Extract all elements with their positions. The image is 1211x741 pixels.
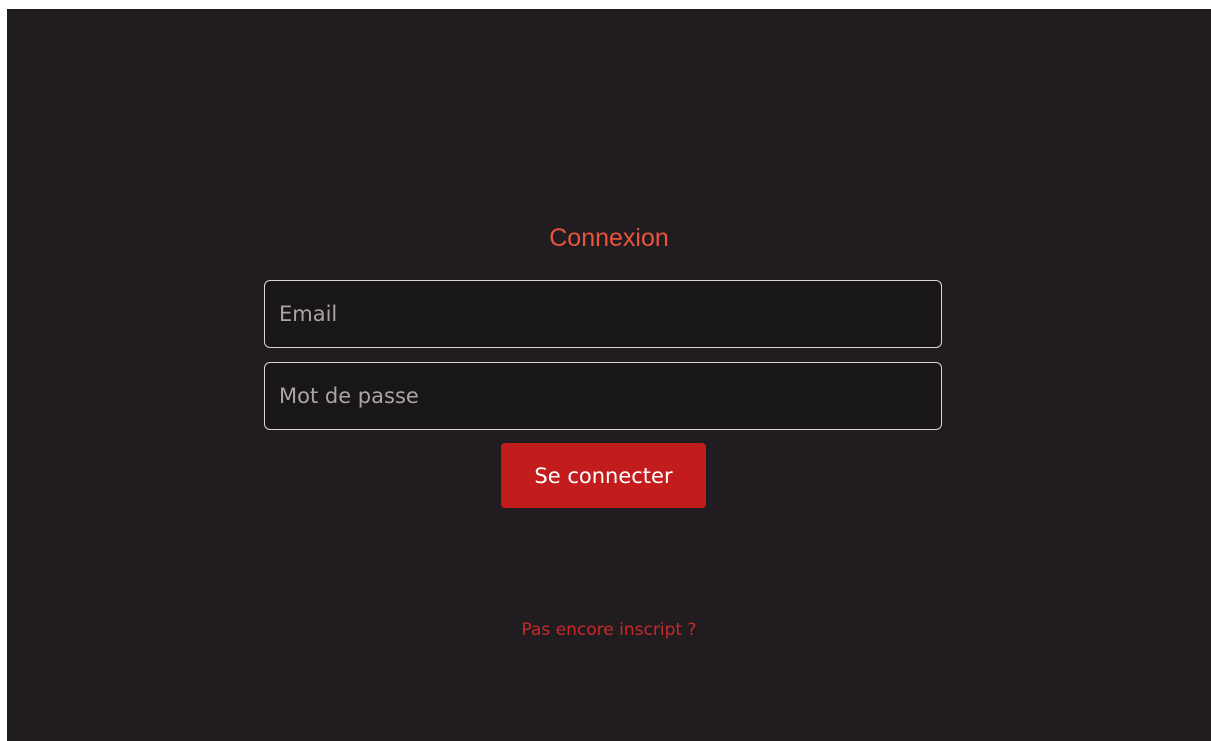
signup-link[interactable]: Pas encore inscript ? bbox=[522, 620, 697, 640]
page-title: Connexion bbox=[549, 224, 669, 252]
login-page: Connexion Se connecter Pas encore inscri… bbox=[7, 9, 1211, 741]
signup-link-row: Pas encore inscript ? bbox=[7, 618, 1211, 642]
password-field[interactable] bbox=[264, 362, 942, 430]
login-button[interactable]: Se connecter bbox=[501, 443, 706, 508]
email-field[interactable] bbox=[264, 280, 942, 348]
